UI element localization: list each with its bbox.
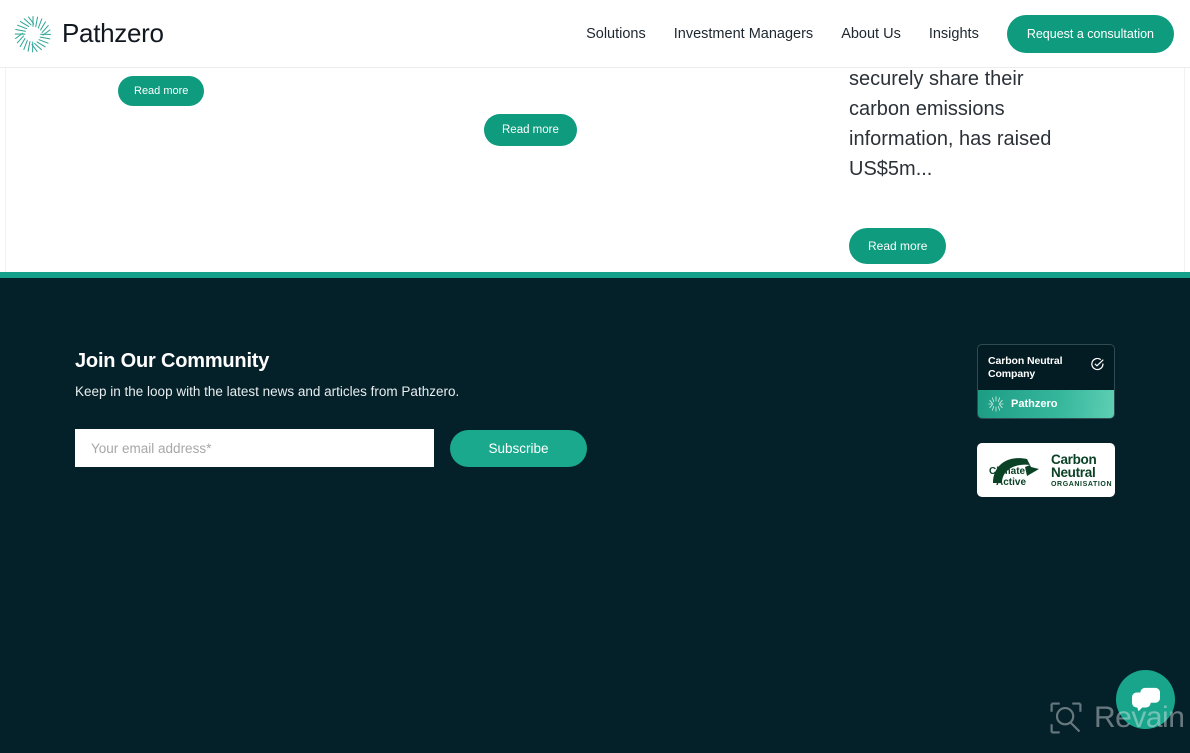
chat-bubbles-icon [1131, 687, 1160, 711]
site-footer: Join Our Community Keep in the loop with… [0, 278, 1190, 753]
community-signup: Join Our Community Keep in the loop with… [75, 350, 1115, 467]
nav-item-investment-managers[interactable]: Investment Managers [674, 26, 813, 42]
article-card: Read more [484, 114, 577, 146]
email-input[interactable] [75, 429, 434, 467]
subscribe-form: Subscribe [75, 429, 1115, 467]
page-root: Read more Read more securely share their… [0, 0, 1190, 753]
read-more-button[interactable]: Read more [118, 76, 205, 106]
read-more-button[interactable]: Read more [849, 228, 947, 264]
article-card: Read more [118, 76, 205, 106]
nav-item-insights[interactable]: Insights [929, 26, 979, 42]
nav-item-about-us[interactable]: About Us [841, 26, 901, 42]
badge-header: Carbon Neutral Company [978, 345, 1114, 390]
badge-line-2: Neutral [1051, 464, 1096, 480]
site-header: Pathzero Solutions Investment Managers A… [0, 0, 1190, 68]
nav-item-solutions[interactable]: Solutions [586, 26, 646, 42]
check-circle-icon [1091, 357, 1104, 371]
climate-active-badge: Climate Active Carbon Neutral ORGANISATI… [977, 443, 1115, 497]
svg-text:Climate: Climate [989, 466, 1026, 477]
certification-badges: Carbon Neutral Company Pathzero Climate … [977, 344, 1115, 497]
badge-line-3: ORGANISATION [1051, 480, 1113, 488]
badge-title: Carbon Neutral Company [988, 355, 1063, 380]
main-navigation: Solutions Investment Managers About Us I… [586, 14, 1174, 53]
climate-active-mark: Climate Active [987, 452, 1045, 488]
badge-brand-row: Pathzero [978, 390, 1114, 418]
carbon-neutral-company-badge: Carbon Neutral Company Pathzero [977, 344, 1115, 419]
article-card: securely share their carbon emissions in… [849, 64, 1079, 264]
read-more-button[interactable]: Read more [484, 114, 577, 146]
community-subtitle: Keep in the loop with the latest news an… [75, 384, 460, 399]
request-consultation-button[interactable]: Request a consultation [1006, 14, 1174, 53]
climate-active-arc-icon: Climate Active [989, 458, 1039, 488]
section-divider-band [0, 272, 1190, 278]
chat-widget-button[interactable] [1116, 670, 1175, 729]
brand-logo-link[interactable]: Pathzero [14, 15, 164, 53]
climate-active-wordmark: Carbon Neutral ORGANISATION [1051, 451, 1113, 488]
article-excerpt: securely share their carbon emissions in… [849, 68, 1052, 180]
footer-content: Join Our Community Keep in the loop with… [75, 278, 1115, 497]
pathzero-sunburst-logo-icon [14, 15, 51, 52]
subscribe-button[interactable]: Subscribe [450, 429, 587, 467]
pathzero-sunburst-logo-icon [988, 396, 1004, 412]
svg-text:Active: Active [996, 477, 1026, 488]
badge-line-1: Carbon [1051, 451, 1097, 467]
brand-name: Pathzero [62, 18, 164, 48]
community-title: Join Our Community [75, 350, 270, 372]
badge-brand-name: Pathzero [1011, 398, 1058, 410]
